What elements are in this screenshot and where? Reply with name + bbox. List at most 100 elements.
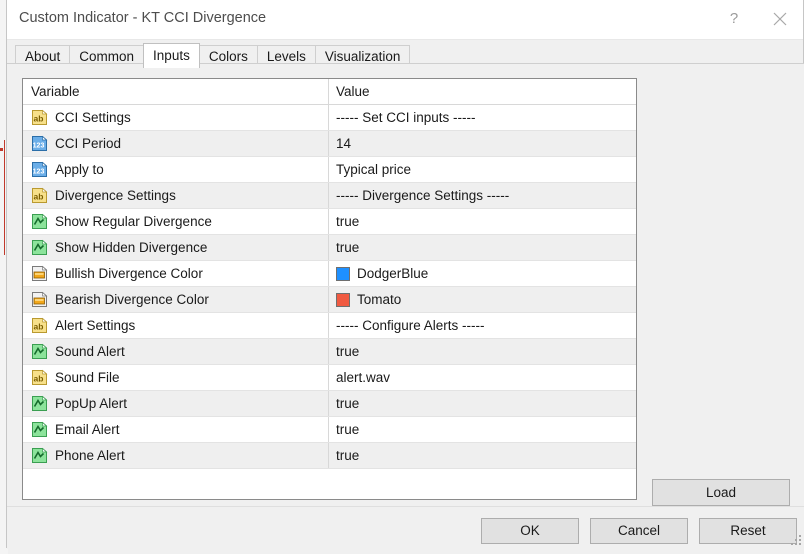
variable-label: Show Regular Divergence: [55, 214, 212, 229]
parameters-grid[interactable]: Variable Value ab CCI Settings ----- Set C…: [22, 78, 637, 500]
table-row[interactable]: ab Sound File alert.wav: [23, 365, 636, 391]
variable-label: Bearish Divergence Color: [55, 292, 209, 307]
color-param-icon: [31, 291, 48, 308]
table-row[interactable]: Bullish Divergence Color DodgerBlue: [23, 261, 636, 287]
string-param-icon: ab: [31, 317, 48, 334]
value-label: true: [336, 422, 360, 437]
svg-text:ab: ab: [34, 113, 44, 123]
number-param-icon: 123: [32, 161, 48, 177]
bool-param-icon: [31, 213, 48, 230]
value-cell[interactable]: Tomato: [329, 287, 636, 312]
svg-text:123: 123: [33, 142, 45, 149]
value-cell[interactable]: true: [329, 235, 636, 260]
bool-param-icon: [32, 395, 48, 411]
value-label: Tomato: [357, 292, 402, 307]
value-cell[interactable]: ----- Divergence Settings -----: [329, 183, 636, 208]
bool-param-icon: [32, 447, 48, 463]
tab-label: Inputs: [153, 48, 190, 63]
string-param-icon: ab: [32, 187, 48, 203]
variable-cell: ab Divergence Settings: [23, 183, 329, 208]
table-row[interactable]: 123 Apply to Typical price: [23, 157, 636, 183]
string-param-icon: ab: [32, 317, 48, 333]
variable-cell: PopUp Alert: [23, 391, 329, 416]
value-cell[interactable]: 14: [329, 131, 636, 156]
load-button[interactable]: Load: [652, 479, 790, 506]
column-header-variable-label: Variable: [31, 84, 80, 99]
value-label: true: [336, 240, 360, 255]
variable-label: Bullish Divergence Color: [55, 266, 203, 281]
color-param-icon: [32, 291, 48, 307]
bool-param-icon: [31, 421, 48, 438]
value-label: ----- Configure Alerts -----: [336, 318, 485, 333]
footer-bar: OK Cancel Reset: [7, 506, 804, 549]
variable-label: Divergence Settings: [55, 188, 176, 203]
indicator-properties-window: Custom Indicator - KT CCI Divergence ? A…: [0, 0, 804, 554]
table-row[interactable]: Sound Alert true: [23, 339, 636, 365]
bool-param-icon: [31, 239, 48, 256]
tab-label: Common: [79, 49, 135, 64]
variable-cell: Show Hidden Divergence: [23, 235, 329, 260]
column-header-value-label: Value: [336, 84, 370, 99]
tab-label: About: [25, 49, 61, 64]
column-header-value: Value: [329, 79, 636, 104]
table-row[interactable]: Show Regular Divergence true: [23, 209, 636, 235]
variable-cell: Bearish Divergence Color: [23, 287, 329, 312]
value-label: true: [336, 214, 360, 229]
variable-cell: ab Sound File: [23, 365, 329, 390]
reset-button[interactable]: Reset: [699, 518, 797, 544]
variable-label: Alert Settings: [55, 318, 136, 333]
value-cell[interactable]: ----- Configure Alerts -----: [329, 313, 636, 338]
table-row[interactable]: ab Divergence Settings ----- Divergence Se…: [23, 183, 636, 209]
table-row[interactable]: ab Alert Settings ----- Configure Alerts -…: [23, 313, 636, 339]
tab-label: Levels: [266, 49, 306, 64]
svg-text:123: 123: [33, 168, 45, 175]
color-swatch[interactable]: [336, 292, 350, 307]
variable-label: CCI Settings: [55, 110, 131, 125]
value-label: Typical price: [336, 162, 412, 177]
table-row[interactable]: ab CCI Settings ----- Set CCI inputs -----: [23, 105, 636, 131]
variable-label: Apply to: [55, 162, 104, 177]
value-cell[interactable]: alert.wav: [329, 365, 636, 390]
cancel-button[interactable]: Cancel: [590, 518, 688, 544]
table-row[interactable]: PopUp Alert true: [23, 391, 636, 417]
color-swatch[interactable]: [336, 266, 350, 281]
tab-inputs[interactable]: Inputs: [143, 43, 200, 68]
string-param-icon: ab: [31, 187, 48, 204]
variable-cell: Email Alert: [23, 417, 329, 442]
svg-text:ab: ab: [34, 191, 44, 201]
variable-cell: ab Alert Settings: [23, 313, 329, 338]
table-row[interactable]: Bearish Divergence Color Tomato: [23, 287, 636, 313]
bool-param-icon: [32, 421, 48, 437]
value-cell[interactable]: true: [329, 443, 636, 468]
value-cell[interactable]: Typical price: [329, 157, 636, 182]
resize-grip[interactable]: [791, 535, 802, 546]
variable-cell: Bullish Divergence Color: [23, 261, 329, 286]
background-red-mark: [0, 148, 3, 151]
table-row[interactable]: Email Alert true: [23, 417, 636, 443]
variable-cell: Show Regular Divergence: [23, 209, 329, 234]
value-label: true: [336, 396, 360, 411]
bool-param-icon: [32, 239, 48, 255]
value-cell[interactable]: ----- Set CCI inputs -----: [329, 105, 636, 130]
number-param-icon: 123: [31, 161, 48, 178]
bool-param-icon: [32, 343, 48, 359]
string-param-icon: ab: [32, 109, 48, 125]
value-cell[interactable]: true: [329, 339, 636, 364]
value-cell[interactable]: true: [329, 417, 636, 442]
string-param-icon: ab: [32, 369, 48, 385]
number-param-icon: 123: [32, 135, 48, 151]
close-button[interactable]: [757, 0, 803, 38]
value-cell[interactable]: true: [329, 209, 636, 234]
help-button[interactable]: ?: [711, 0, 757, 38]
variable-label: Show Hidden Divergence: [55, 240, 208, 255]
tab-label: Visualization: [324, 49, 401, 64]
svg-text:ab: ab: [34, 321, 44, 331]
value-cell[interactable]: true: [329, 391, 636, 416]
table-row[interactable]: 123 CCI Period 14: [23, 131, 636, 157]
table-row[interactable]: Show Hidden Divergence true: [23, 235, 636, 261]
value-cell[interactable]: DodgerBlue: [329, 261, 636, 286]
bool-param-icon: [31, 447, 48, 464]
background-red-line: [4, 140, 5, 255]
table-row[interactable]: Phone Alert true: [23, 443, 636, 469]
ok-button[interactable]: OK: [481, 518, 579, 544]
